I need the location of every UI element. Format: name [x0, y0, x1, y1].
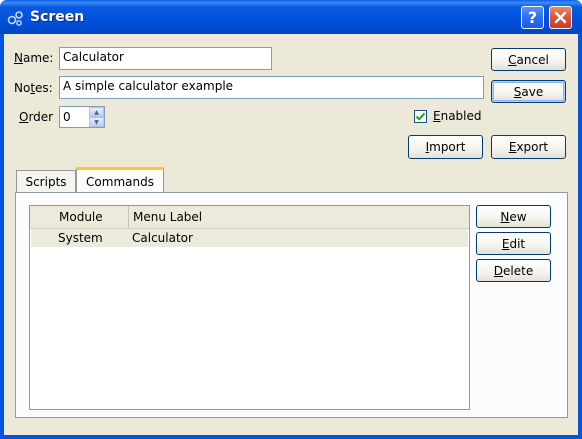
checkmark-icon — [415, 112, 426, 121]
export-button[interactable]: Export — [491, 135, 566, 159]
spin-down-button[interactable]: ▼ — [89, 117, 104, 127]
arrow-down-icon: ▼ — [94, 118, 99, 126]
arrow-up-icon: ▲ — [94, 108, 99, 116]
order-label: Order — [19, 110, 54, 124]
save-button[interactable]: Save — [491, 80, 566, 103]
spin-up-button[interactable]: ▲ — [89, 107, 104, 117]
close-button[interactable] — [549, 6, 572, 29]
help-button[interactable]: ? — [521, 6, 544, 29]
list-header: Module Menu Label — [30, 206, 469, 229]
screen-window: Screen ? Name: Calculator Notes: A simpl… — [0, 0, 582, 439]
cell-menu-label: Calculator — [132, 231, 193, 245]
name-label: Name: — [14, 51, 54, 65]
close-icon — [554, 11, 567, 24]
window-title: Screen — [30, 9, 85, 25]
title-bar[interactable]: Screen ? — [0, 0, 582, 34]
cancel-button[interactable]: Cancel — [491, 48, 566, 71]
commands-tab-panel: Module Menu Label System Calculator New … — [15, 192, 568, 418]
notes-input[interactable]: A simple calculator example — [59, 76, 484, 99]
order-value: 0 — [63, 110, 71, 124]
table-row[interactable]: System Calculator — [31, 229, 468, 247]
column-header-module[interactable]: Module — [30, 206, 129, 228]
tab-commands[interactable]: Commands — [76, 167, 164, 193]
cell-module: System — [58, 231, 103, 245]
name-input[interactable]: Calculator — [59, 47, 272, 70]
help-icon: ? — [527, 8, 538, 27]
order-spinner[interactable]: 0 ▲ ▼ — [59, 106, 105, 128]
import-button[interactable]: Import — [408, 135, 483, 159]
dialog-client-area: Name: Calculator Notes: A simple calcula… — [4, 34, 578, 435]
enabled-checkbox[interactable] — [414, 110, 427, 123]
commands-list[interactable]: Module Menu Label System Calculator — [29, 205, 470, 410]
edit-button[interactable]: Edit — [476, 232, 551, 255]
tab-scripts[interactable]: Scripts — [16, 170, 76, 192]
column-header-menu-label[interactable]: Menu Label — [130, 206, 469, 228]
new-button[interactable]: New — [476, 205, 551, 228]
notes-label: Notes: — [14, 81, 53, 95]
enabled-label[interactable]: Enabled — [433, 109, 482, 123]
screen-app-icon — [7, 11, 23, 26]
delete-button[interactable]: Delete — [476, 259, 551, 282]
